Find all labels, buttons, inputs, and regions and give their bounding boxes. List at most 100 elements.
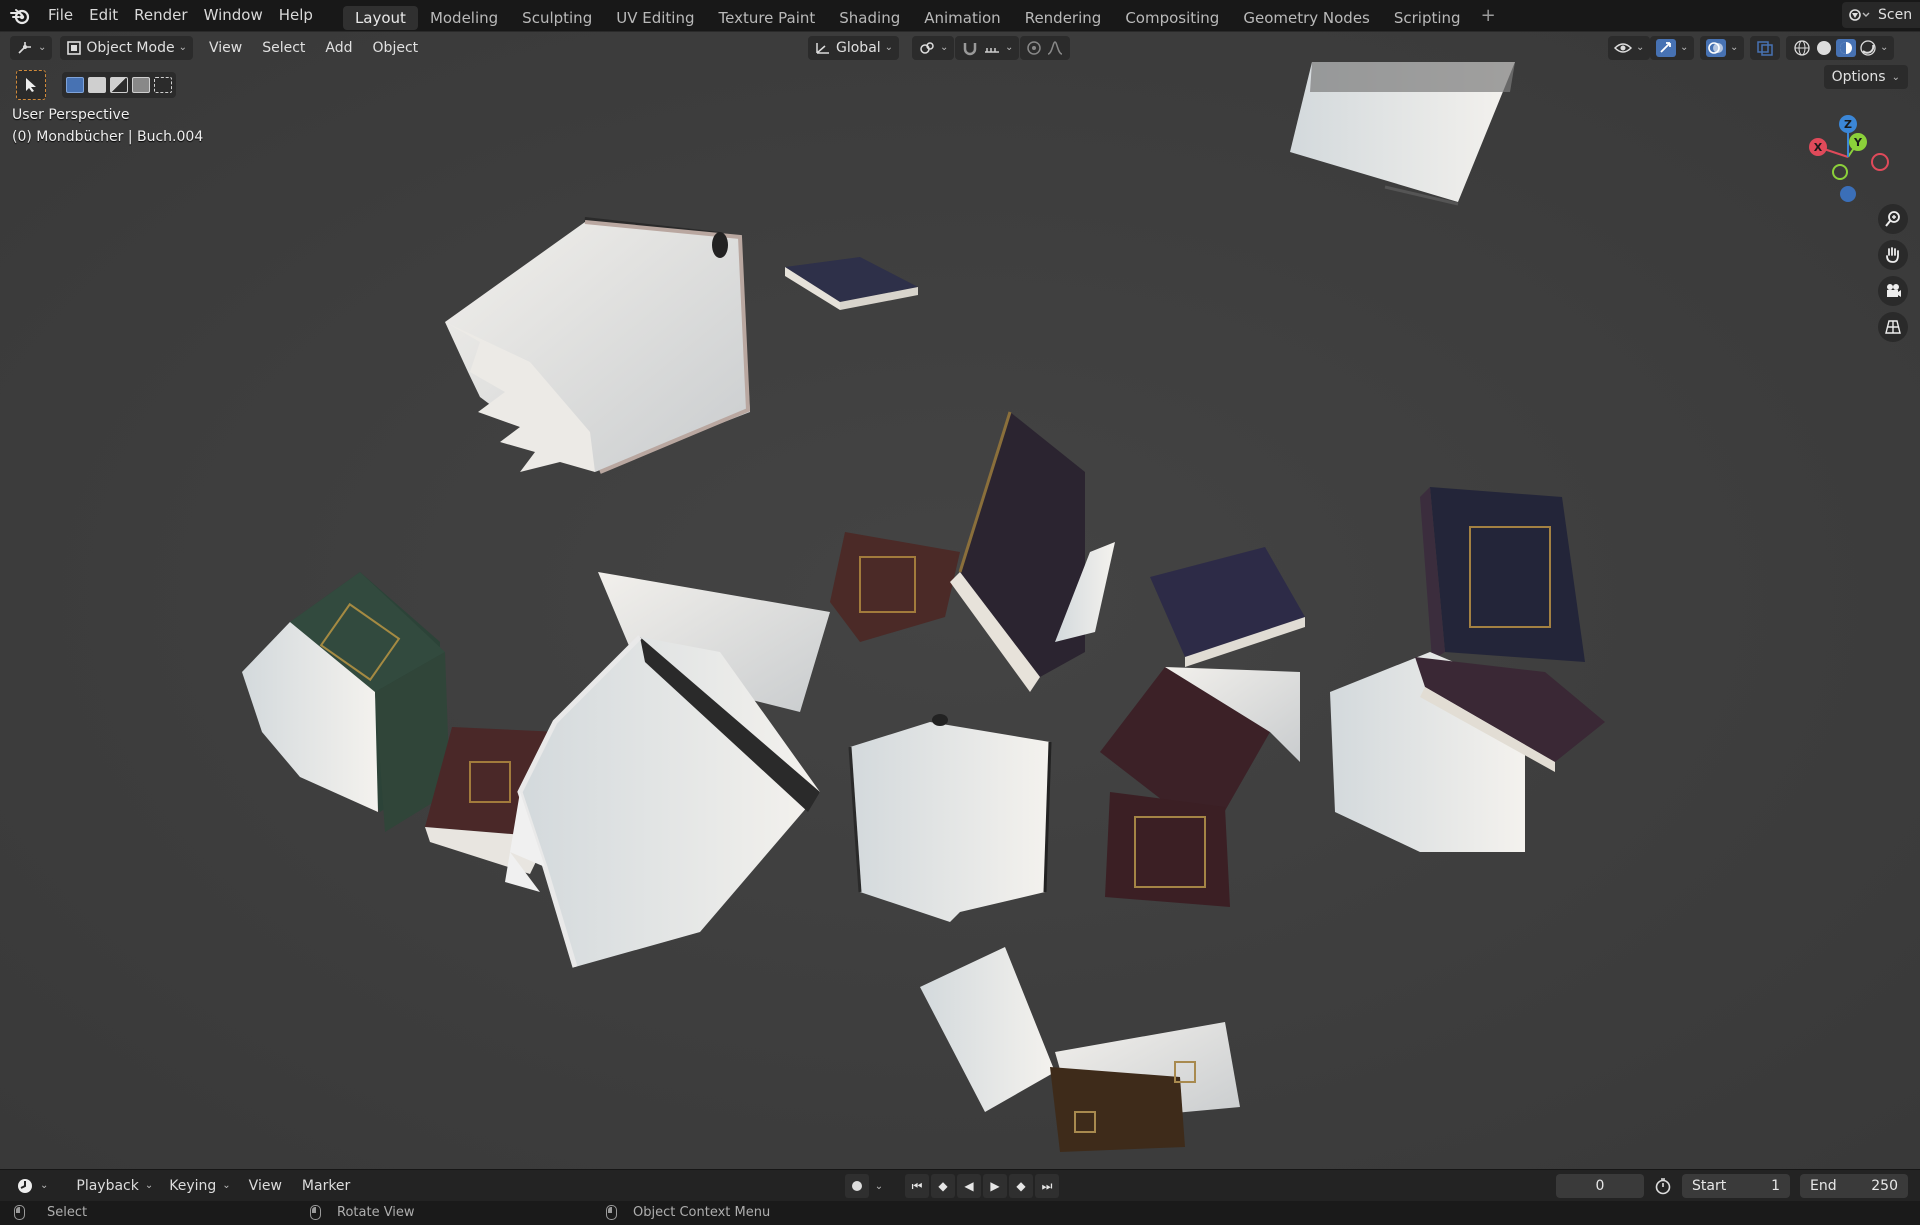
mode-dropdown[interactable]: Object Mode ⌄: [60, 35, 193, 60]
start-frame-field[interactable]: Start 1: [1682, 1174, 1790, 1198]
menu-object[interactable]: Object: [363, 40, 429, 56]
stopwatch-icon[interactable]: [1654, 1177, 1672, 1195]
play-button[interactable]: ▶: [983, 1174, 1007, 1198]
select-subtract-mode-icon[interactable]: [110, 77, 128, 93]
gizmo-neg-z-icon[interactable]: [1840, 186, 1856, 202]
material-shading-icon[interactable]: [1836, 38, 1856, 57]
jump-start-button[interactable]: ⏮: [905, 1174, 929, 1198]
perspective-toggle-tool[interactable]: [1878, 312, 1908, 342]
jump-end-icon: ⏭: [1041, 1178, 1053, 1193]
select-tool-button[interactable]: [16, 70, 46, 100]
options-dropdown[interactable]: Options ⌄: [1823, 65, 1908, 89]
visibility-dropdown[interactable]: ⌄: [1608, 35, 1651, 60]
xray-toggle[interactable]: [1750, 35, 1780, 60]
gizmo-neg-y-icon[interactable]: [1832, 164, 1848, 180]
tab-uv-editing[interactable]: UV Editing: [604, 6, 706, 30]
snapping-toggle[interactable]: ⌄: [955, 35, 1020, 60]
gizmo-neg-x-icon[interactable]: [1871, 153, 1889, 171]
tab-compositing[interactable]: Compositing: [1113, 6, 1231, 30]
solid-shading-icon[interactable]: [1814, 39, 1834, 57]
zoom-magnifier-icon: [1885, 211, 1900, 227]
next-keyframe-button[interactable]: ◆: [1009, 1174, 1033, 1198]
play-reverse-button[interactable]: ◀: [957, 1174, 981, 1198]
mode-label: Object Mode: [86, 39, 175, 56]
wireframe-shading-icon[interactable]: [1792, 39, 1812, 57]
camera-icon: [1887, 284, 1901, 297]
timeline-menus: ⌄ Playback ⌄ Keying ⌄ View Marker: [0, 1174, 358, 1198]
orientation-icon: [816, 42, 829, 54]
hand-icon: [1886, 247, 1899, 263]
tab-scripting[interactable]: Scripting: [1382, 6, 1473, 30]
timeline-marker-menu[interactable]: Marker: [294, 1178, 358, 1194]
pan-tool[interactable]: [1878, 240, 1908, 270]
menu-help[interactable]: Help: [271, 0, 321, 31]
tab-geometry-nodes[interactable]: Geometry Nodes: [1231, 6, 1382, 30]
menu-select[interactable]: Select: [252, 40, 315, 56]
menu-file[interactable]: File: [40, 0, 81, 31]
menu-window[interactable]: Window: [196, 0, 271, 31]
add-workspace-button[interactable]: +: [1473, 0, 1504, 31]
play-reverse-icon: ◀: [964, 1179, 974, 1193]
select-intersect-mode-icon[interactable]: [154, 77, 172, 93]
camera-view-tool[interactable]: [1878, 276, 1908, 306]
cursor-arrow-icon: [26, 78, 36, 92]
proportional-edit-toggle[interactable]: [1020, 35, 1070, 60]
tab-shading[interactable]: Shading: [827, 6, 912, 30]
tab-texture-paint[interactable]: Texture Paint: [706, 6, 827, 30]
select-extend-mode-icon[interactable]: [88, 77, 106, 93]
auto-keying-button[interactable]: [845, 1174, 869, 1198]
status-rotate-label: Rotate View: [337, 1205, 415, 1220]
chevron-down-icon: ⌄: [1636, 42, 1645, 53]
menu-add[interactable]: Add: [315, 40, 362, 56]
timeline-editor-type-button[interactable]: ⌄: [10, 1174, 54, 1198]
menu-edit[interactable]: Edit: [81, 0, 126, 31]
menu-view[interactable]: View: [199, 40, 252, 56]
overlays-toggle[interactable]: ⌄: [1700, 35, 1745, 60]
book-closed-navy-right[interactable]: [1420, 487, 1585, 662]
tab-layout[interactable]: Layout: [342, 5, 418, 30]
3d-viewport[interactable]: ⌄ Object Mode ⌄ View Select Add Object G…: [0, 31, 1920, 1170]
gizmo-x-label: X: [1814, 141, 1823, 154]
chevron-down-icon: ⌄: [1005, 42, 1014, 53]
gizmo-y-label: Y: [1853, 136, 1863, 149]
current-frame-field[interactable]: 0: [1556, 1174, 1644, 1198]
blender-logo-icon[interactable]: [0, 0, 40, 31]
pivot-point-dropdown[interactable]: ⌄: [912, 35, 955, 60]
object-mode-icon: [67, 40, 82, 55]
tab-rendering[interactable]: Rendering: [1013, 6, 1114, 30]
scene-selector[interactable]: Scen: [1842, 2, 1920, 28]
end-frame-field[interactable]: End 250: [1800, 1174, 1908, 1198]
tab-sculpting[interactable]: Sculpting: [510, 6, 604, 30]
menu-render[interactable]: Render: [126, 0, 195, 31]
jump-end-button[interactable]: ⏭: [1035, 1174, 1059, 1198]
scene-icon: [1849, 9, 1870, 21]
end-value: 250: [1871, 1178, 1898, 1194]
status-select-hint: Select: [14, 1205, 87, 1220]
editor-type-button[interactable]: ⌄: [10, 35, 53, 60]
mouse-middle-icon: [310, 1205, 321, 1220]
keying-options-dropdown[interactable]: ⌄: [871, 1174, 887, 1198]
chevron-down-icon: ⌄: [884, 42, 894, 53]
keying-label: Keying: [169, 1177, 217, 1194]
select-invert-mode-icon[interactable]: [132, 77, 150, 93]
zoom-tool[interactable]: [1878, 204, 1908, 234]
status-rotate-hint: Rotate View: [310, 1205, 415, 1220]
book-open-center[interactable]: [848, 714, 1052, 922]
playback-menu[interactable]: Playback ⌄: [70, 1174, 159, 1198]
status-context-hint: Object Context Menu: [606, 1205, 770, 1220]
rendered-shading-icon[interactable]: [1858, 39, 1878, 57]
tab-modeling[interactable]: Modeling: [418, 6, 510, 30]
viewport-scene[interactable]: [0, 32, 1920, 1170]
tab-animation[interactable]: Animation: [912, 6, 1012, 30]
navigation-gizmo[interactable]: X Y Z: [1798, 102, 1898, 202]
gizmo-toggle[interactable]: ⌄: [1650, 35, 1695, 60]
select-new-mode-icon[interactable]: [66, 77, 84, 93]
chevron-down-icon: ⌄: [222, 1180, 231, 1191]
keying-menu[interactable]: Keying ⌄: [163, 1174, 236, 1198]
prev-keyframe-button[interactable]: ◆: [931, 1174, 955, 1198]
grid-perspective-icon: [1885, 320, 1901, 334]
transform-orientation-dropdown[interactable]: Global ⌄: [808, 35, 900, 60]
orientation-label: Global: [836, 39, 881, 56]
shading-mode-group[interactable]: ⌄: [1786, 35, 1895, 60]
timeline-view-menu[interactable]: View: [241, 1178, 290, 1194]
